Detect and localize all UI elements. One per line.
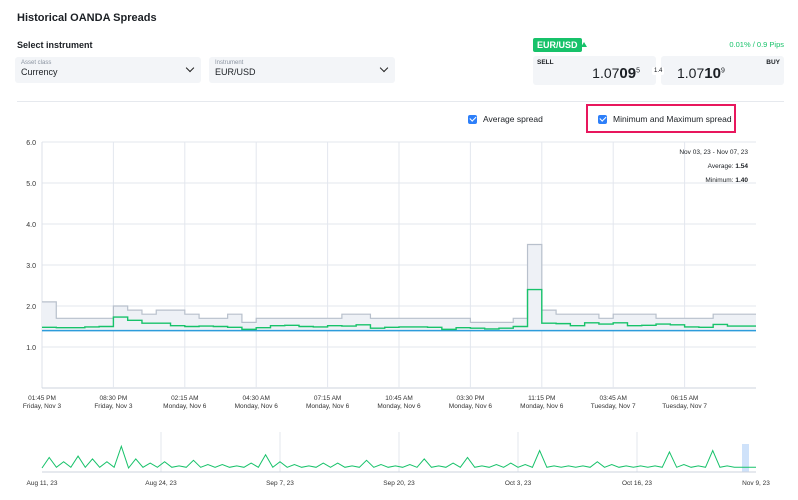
x-tick-date: Friday, Nov 3 — [23, 403, 62, 410]
navigator-tick-label: Nov 9, 23 — [742, 480, 770, 487]
x-tick-time: 04:30 AM — [242, 395, 269, 402]
info-range: Nov 03, 23 - Nov 07, 23 — [679, 149, 748, 156]
y-tick-label: 5.0 — [26, 181, 36, 188]
y-tick-label: 2.0 — [26, 304, 36, 311]
y-tick-label: 1.0 — [26, 345, 36, 352]
x-tick-time: 03:30 PM — [456, 395, 484, 402]
info-average: Average: 1.54 — [707, 163, 748, 170]
info-minimum: Minimum: 1.40 — [705, 177, 748, 184]
x-tick-time: 02:15 AM — [171, 395, 198, 402]
x-tick-date: Friday, Nov 3 — [94, 403, 133, 410]
x-tick-time: 07:15 AM — [314, 395, 341, 402]
y-tick-label: 4.0 — [26, 222, 36, 229]
x-tick-date: Monday, Nov 6 — [306, 403, 350, 410]
navigator-tick-label: Sep 7, 23 — [266, 480, 294, 487]
x-tick-date: Monday, Nov 6 — [377, 403, 421, 410]
navigator-tick-label: Sep 20, 23 — [383, 480, 415, 487]
x-tick-time: 11:15 PM — [528, 395, 555, 402]
y-tick-label: 3.0 — [26, 263, 36, 270]
x-tick-date: Tuesday, Nov 7 — [662, 403, 707, 410]
spread-chart[interactable]: 1.02.03.04.05.06.001:45 PMFriday, Nov 30… — [0, 0, 798, 500]
x-tick-date: Tuesday, Nov 7 — [591, 403, 636, 410]
x-tick-date: Monday, Nov 6 — [163, 403, 207, 410]
x-tick-time: 03:45 AM — [599, 395, 626, 402]
y-tick-label: 6.0 — [26, 140, 36, 147]
navigator-tick-label: Aug 11, 23 — [27, 480, 58, 487]
x-tick-time: 10:45 AM — [385, 395, 412, 402]
x-tick-time: 06:15 AM — [671, 395, 698, 402]
navigator-tick-label: Aug 24, 23 — [145, 480, 177, 487]
x-tick-date: Monday, Nov 6 — [235, 403, 279, 410]
navigator-tick-label: Oct 16, 23 — [622, 480, 652, 487]
navigator-tick-label: Oct 3, 23 — [505, 480, 532, 487]
x-tick-date: Monday, Nov 6 — [449, 403, 493, 410]
x-tick-time: 08:30 PM — [99, 395, 127, 402]
x-tick-date: Monday, Nov 6 — [520, 403, 564, 410]
x-tick-time: 01:45 PM — [28, 395, 56, 402]
